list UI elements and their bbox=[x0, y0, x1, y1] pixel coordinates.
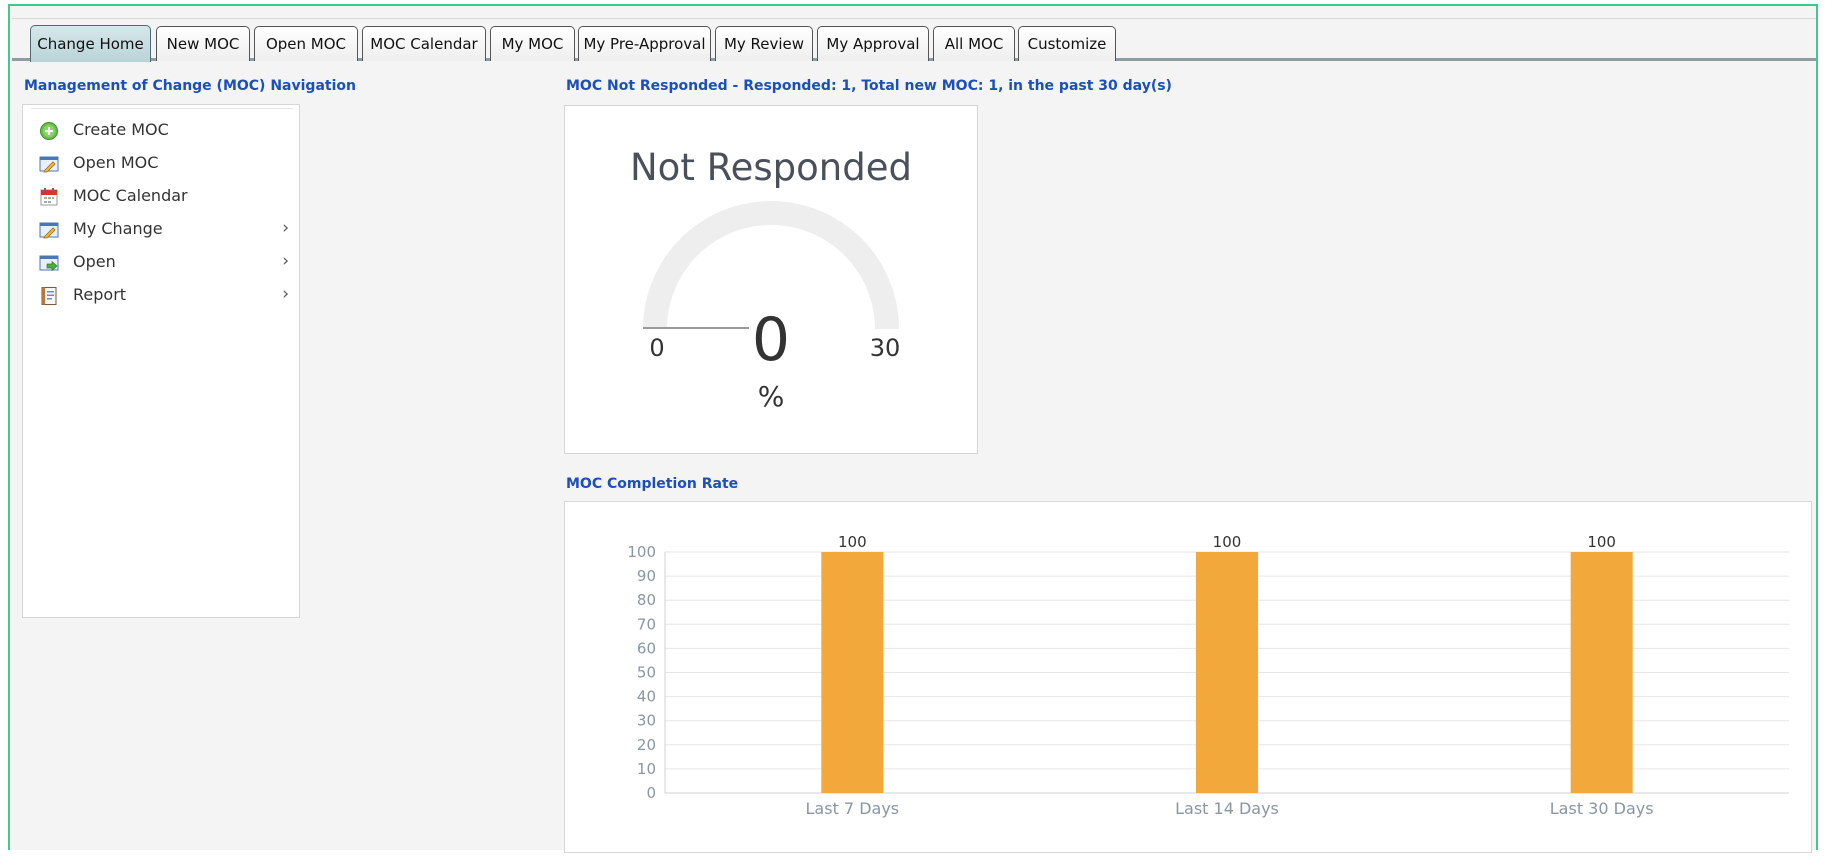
completion-section-title: MOC Completion Rate bbox=[566, 476, 739, 492]
navigation-title: Management of Change (MOC) Navigation bbox=[24, 78, 356, 94]
nav-item-label: MOC Calendar bbox=[73, 186, 188, 205]
edit-window-icon bbox=[39, 154, 59, 174]
tab-my-review[interactable]: My Review bbox=[715, 26, 813, 61]
nav-item-open-moc[interactable]: Open MOC bbox=[23, 146, 299, 180]
nav-item-label: Open MOC bbox=[73, 153, 159, 172]
gauge-title: Not Responded bbox=[630, 146, 912, 189]
y-tick-label: 10 bbox=[637, 760, 656, 778]
edit-window-icon bbox=[39, 220, 59, 240]
x-tick-label: Last 14 Days bbox=[1175, 799, 1279, 818]
not-responded-gauge-panel: Not Responded 0 0 30 % bbox=[564, 105, 978, 454]
navigation-panel: Create MOC Open MOC MOC Calendar My Chan… bbox=[22, 104, 300, 618]
completion-rate-chart-panel: 0 10 20 30 40 50 60 70 80 90 100 100 Last 7 Days 100 L… bbox=[564, 501, 1812, 853]
gauge-unit: % bbox=[758, 380, 785, 413]
y-tick-label: 0 bbox=[646, 784, 656, 802]
x-tick-label: Last 7 Days bbox=[806, 799, 900, 818]
chevron-right-icon: › bbox=[282, 251, 289, 271]
tab-customize[interactable]: Customize bbox=[1018, 26, 1116, 61]
open-window-icon bbox=[39, 253, 59, 273]
chevron-right-icon: › bbox=[282, 284, 289, 304]
calendar-icon bbox=[39, 187, 59, 207]
y-tick-label: 90 bbox=[637, 567, 656, 585]
tab-all-moc[interactable]: All MOC bbox=[933, 26, 1015, 61]
x-tick-label: Last 30 Days bbox=[1550, 799, 1654, 818]
tab-open-moc[interactable]: Open MOC bbox=[254, 26, 358, 61]
tab-new-moc[interactable]: New MOC bbox=[156, 26, 250, 61]
nav-item-my-change[interactable]: My Change › bbox=[23, 212, 299, 246]
y-tick-label: 100 bbox=[627, 543, 656, 561]
y-tick-label: 20 bbox=[637, 736, 656, 754]
report-book-icon bbox=[39, 286, 59, 306]
bar-data-label: 100 bbox=[1213, 533, 1242, 551]
tab-my-moc[interactable]: My MOC bbox=[490, 26, 575, 61]
y-tick-label: 30 bbox=[637, 712, 656, 730]
y-tick-label: 50 bbox=[637, 664, 656, 682]
app-frame: Change Home New MOC Open MOC MOC Calenda… bbox=[8, 4, 1818, 853]
nav-panel-divider bbox=[31, 108, 293, 109]
nav-item-create-moc[interactable]: Create MOC bbox=[23, 113, 299, 147]
bar-data-label: 100 bbox=[1587, 533, 1616, 551]
y-tick-label: 40 bbox=[637, 688, 656, 706]
bar bbox=[1570, 552, 1633, 793]
chevron-right-icon: › bbox=[282, 218, 289, 238]
tab-bar-top-line bbox=[12, 18, 1816, 19]
gauge-chart: Not Responded 0 0 30 % bbox=[630, 146, 912, 413]
bar bbox=[1196, 552, 1258, 793]
nav-item-label: My Change bbox=[73, 219, 163, 238]
nav-item-open[interactable]: Open › bbox=[23, 245, 299, 279]
gauge-max-label: 30 bbox=[870, 334, 901, 362]
nav-item-report[interactable]: Report › bbox=[23, 278, 299, 312]
tab-my-pre-approval[interactable]: My Pre-Approval bbox=[578, 26, 711, 61]
completion-rate-bar-chart: 0 10 20 30 40 50 60 70 80 90 100 100 Last 7 Days 100 L… bbox=[627, 533, 1789, 818]
gauge-min-label: 0 bbox=[649, 334, 664, 362]
tab-my-approval[interactable]: My Approval bbox=[817, 26, 929, 61]
nav-item-label: Report bbox=[73, 285, 127, 304]
tab-change-home[interactable]: Change Home bbox=[30, 25, 151, 62]
nav-item-moc-calendar[interactable]: MOC Calendar bbox=[23, 179, 299, 213]
nav-item-label: Open bbox=[73, 252, 116, 271]
y-tick-label: 70 bbox=[637, 615, 656, 633]
tab-moc-calendar[interactable]: MOC Calendar bbox=[362, 26, 486, 61]
bar bbox=[821, 552, 884, 793]
bar-data-label: 100 bbox=[838, 533, 867, 551]
tab-bar: Change Home New MOC Open MOC MOC Calenda… bbox=[12, 14, 1816, 62]
nav-item-label: Create MOC bbox=[73, 120, 169, 139]
gauge-section-title: MOC Not Responded - Responded: 1, Total … bbox=[566, 78, 1172, 94]
gauge-value: 0 bbox=[752, 305, 790, 375]
y-tick-label: 80 bbox=[637, 591, 656, 609]
y-tick-label: 60 bbox=[637, 639, 656, 657]
add-circle-icon bbox=[39, 121, 59, 141]
